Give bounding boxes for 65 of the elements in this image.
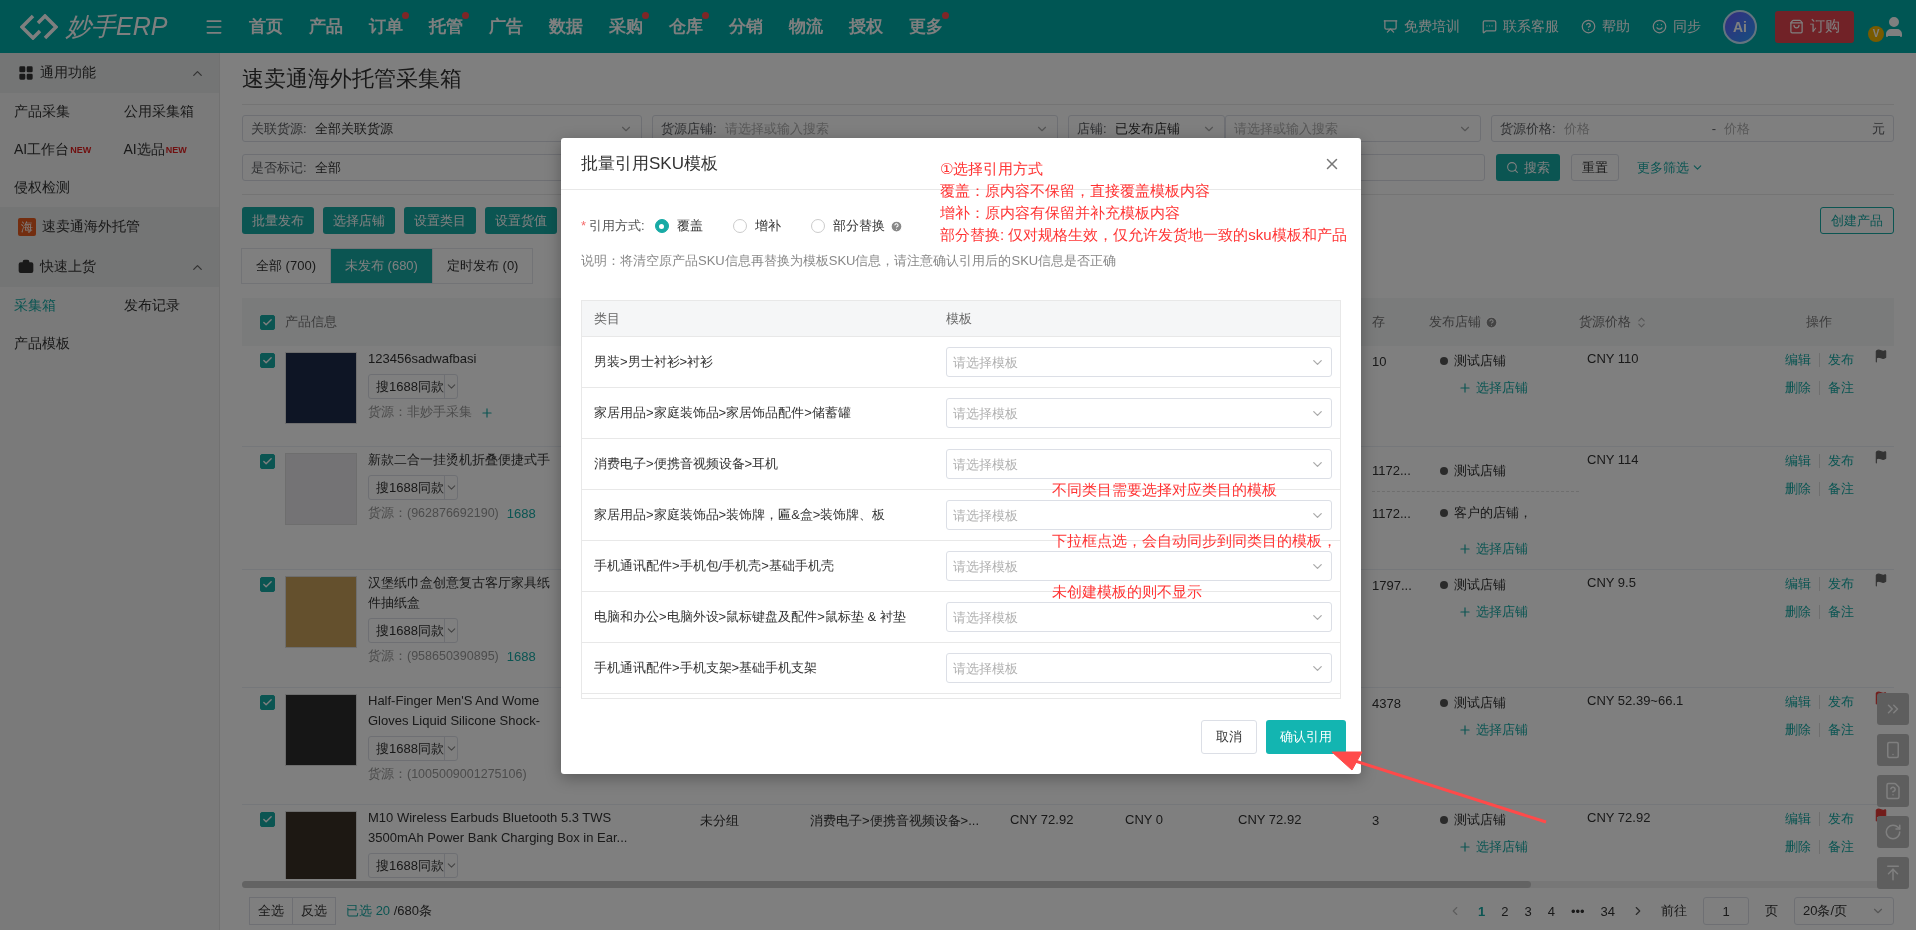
filter-label: 是否标记: (251, 158, 307, 177)
table-cell-text: 消费电子>便携音视频设备>... (810, 812, 981, 830)
table-cell-text: CNY 110 (1586, 350, 1640, 366)
product-title: 3500mAh Power Bank Charging Box in Ear... (368, 830, 628, 845)
product-title: Gloves Liquid Silicone Shock- (368, 713, 540, 728)
page-unit: 页 (1765, 902, 1778, 920)
table-cell-text: 4378 (1372, 695, 1402, 711)
category-path: 手机通讯配件>手机支架>基础手机支架 (594, 659, 819, 677)
unit-label: 元 (1872, 119, 1885, 138)
store-name: 测试店铺 (1429, 461, 1579, 480)
category-path: 电脑和办公>电脑外设>鼠标键盘及配件>鼠标垫 & 衬垫 (594, 608, 907, 626)
column-header: 类目 (594, 309, 621, 328)
column-header: 模板 (946, 309, 973, 328)
table-cell-text: 1797... (1372, 577, 1413, 593)
table-cell-text: 1172... (1372, 505, 1412, 521)
annotation-text: 部分替换: 仅对规格生效，仅允许发货地一致的sku模板和产品 (940, 225, 1347, 245)
logo-text: 妙手ERP (66, 11, 168, 42)
store-name: 客户的店铺， (1429, 504, 1579, 522)
annotation-text: 下拉框点选，会自动同步到同类目的模板， (1052, 531, 1337, 551)
filter-label: 店铺: (1077, 119, 1107, 138)
product-title: 汉堡纸巾盒创意复古客厅家具纸 (368, 575, 550, 590)
table-cell-text: 未分组 (700, 812, 740, 830)
column-header: 存 (1372, 313, 1385, 331)
filter-label: 货源价格: (1500, 119, 1556, 138)
category-path: 手机通讯配件>手机包/手机壳>基础手机壳 (594, 557, 835, 575)
column-header: 发布店铺 (1429, 313, 1498, 331)
table-cell-text: 10 (1372, 353, 1388, 369)
filter-label: 关联货源: (251, 119, 307, 138)
range-separator: - (1711, 121, 1716, 136)
store-name: 测试店铺 (1429, 352, 1579, 370)
product-title: 123456sadwafbasi (368, 351, 477, 366)
table-cell-text: CNY 9.5 (1586, 574, 1637, 590)
note-text: 说明：将清空原产品SKU信息再替换为模板SKU信息，请注意确认引用后的SKU信息是否正确 (581, 252, 1118, 270)
page-title: 速卖通海外托管采集箱 (242, 53, 1894, 105)
table-cell-text: CNY 72.92 (1586, 809, 1652, 825)
filter-label: 货源店铺: (661, 119, 717, 138)
category-path: 消费电子>便携音视频设备>耳机 (594, 455, 780, 473)
table-cell-text: CNY 114 (1586, 451, 1640, 467)
selection-count: 已选 20 /680条 (346, 902, 433, 920)
annotation-text: ①选择引用方式 (940, 159, 1044, 179)
category-path: 男装>男士衬衫>衬衫 (594, 353, 715, 371)
annotation-text: 覆盖：原内容不保留，直接覆盖模板内容 (940, 181, 1210, 201)
vip-badge: V (1868, 25, 1884, 42)
category-path: 家居用品>家庭装饰品>装饰牌，匾&盒>装饰牌、板 (594, 506, 887, 524)
category-path: 家居用品>家庭装饰品>家居饰品配件>储蓄罐 (594, 404, 852, 422)
goto-label: 前往 (1661, 902, 1687, 920)
product-title: Half-Finger Men'S And Wome (368, 693, 540, 708)
product-title: M10 Wireless Earbuds Bluetooth 5.3 TWS (368, 810, 612, 825)
column-header: 操作 (1806, 313, 1832, 331)
store-name: 测试店铺 (1429, 576, 1579, 594)
table-cell-text: CNY 72.92 (1010, 811, 1075, 827)
annotation-text: 不同类目需要选择对应类目的模板 (1052, 480, 1277, 500)
table-cell-text: CNY 52.39~66.1 (1586, 692, 1685, 708)
table-cell-text: CNY 72.92 (1238, 811, 1303, 827)
product-title: 件抽纸盒 (368, 595, 420, 610)
platform-logo: 海 (18, 218, 36, 236)
store-name: 测试店铺 (1429, 811, 1579, 829)
table-cell-text: CNY 0 (1125, 811, 1165, 827)
mode-label: * 引用方式: (581, 217, 645, 235)
table-cell-text: 1172... (1372, 463, 1412, 478)
store-name: 测试店铺 (1429, 694, 1579, 712)
column-header: 产品信息 (285, 313, 337, 331)
annotation-text: 增补：原内容有保留并补充模板内容 (940, 203, 1180, 223)
annotation-text: 未创建模板的则不显示 (1052, 582, 1202, 602)
table-cell-text: 3 (1372, 812, 1381, 828)
